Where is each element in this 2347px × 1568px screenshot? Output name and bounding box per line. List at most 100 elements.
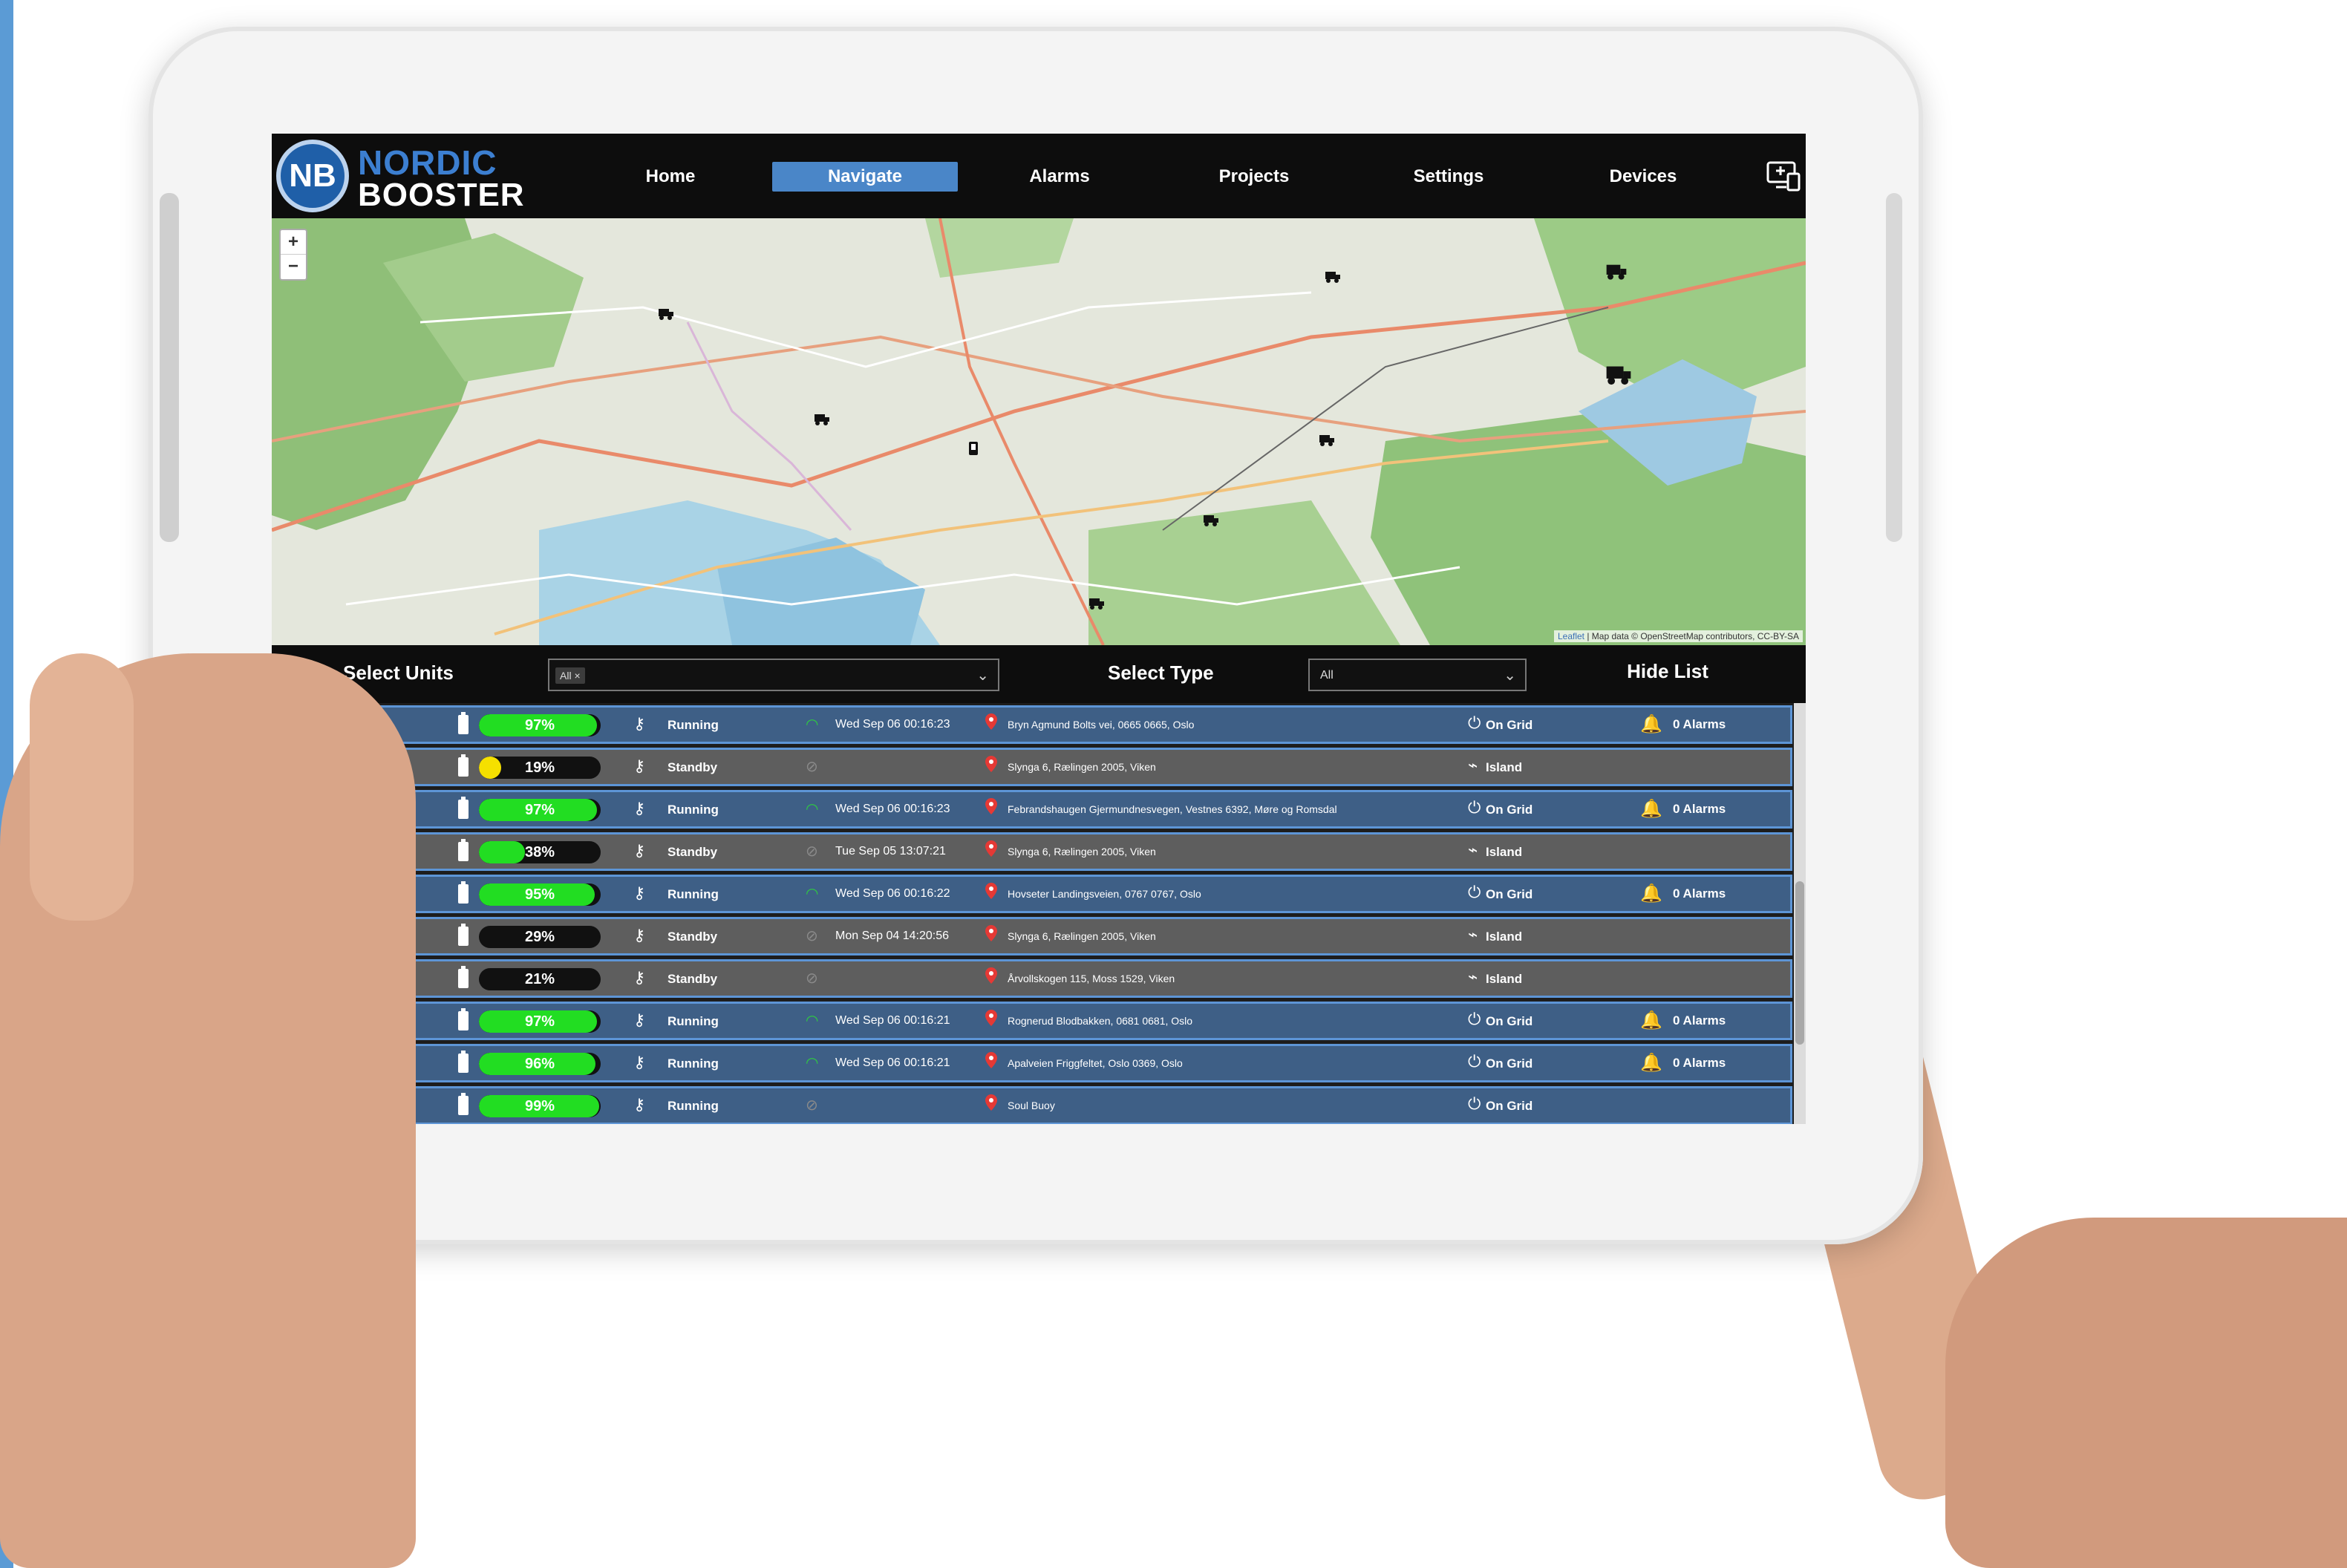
top-navbar: NB NORDIC BOOSTER Home Navigate Alarms P… [272, 134, 1806, 218]
wifi-icon: ⊘ [806, 927, 818, 944]
location-pin-icon [985, 713, 997, 730]
map-zoom-control: + − [279, 229, 307, 281]
map-attribution: Leaflet | Map data © OpenStreetMap contr… [1553, 630, 1803, 642]
battery-level-bar: 38% [479, 841, 601, 863]
map-marker-truck[interactable] [1605, 364, 1632, 386]
unit-row[interactable]: 🚚HB2421%⚷Standby⊘Årvollskogen 115, Moss … [272, 959, 1792, 998]
unit-row[interactable]: 🚚HB2138%⚷Standby⊘Tue Sep 05 13:07:21Slyn… [272, 832, 1792, 871]
unit-row[interactable]: 🚚HB1919%⚷Standby⊘Slynga 6, Rælingen 2005… [272, 748, 1792, 786]
battery-percent: 97% [524, 1013, 555, 1030]
unit-row[interactable]: 🚚HB2295%⚷Running◠Wed Sep 06 00:16:22Hovs… [272, 875, 1792, 913]
select-type-dropdown[interactable]: All ⌄ [1308, 659, 1527, 691]
last-seen-time: Wed Sep 06 00:16:22 [835, 887, 950, 900]
unit-address[interactable]: Rognerud Blodbakken, 0681 0681, Oslo [1008, 1015, 1192, 1027]
alarm-bell-icon: 🔔 [1640, 1052, 1662, 1073]
battery-level-bar: 99% [479, 1095, 601, 1117]
unit-row[interactable]: 🚚HB2097%⚷Running◠Wed Sep 06 00:16:23Febr… [272, 790, 1792, 829]
alarm-count[interactable]: 0 Alarms [1673, 886, 1726, 901]
select-units-label: Select Units [343, 662, 454, 684]
map-marker-truck[interactable] [814, 413, 830, 426]
run-status: Running [667, 718, 719, 732]
monitor-icon[interactable] [1766, 160, 1801, 193]
map-marker-truck[interactable] [1319, 434, 1335, 447]
scrollbar-thumb[interactable] [1795, 881, 1804, 1045]
key-icon: ⚷ [633, 969, 646, 987]
map-marker-truck[interactable] [1605, 263, 1628, 281]
alarm-bell-icon: 🔔 [1640, 883, 1662, 904]
alarm-count[interactable]: 0 Alarms [1673, 717, 1726, 732]
alarm-count[interactable]: 0 Alarms [1673, 802, 1726, 817]
battery-icon [458, 754, 469, 777]
nordic-booster-logo[interactable]: NB NORDIC BOOSTER [276, 138, 524, 215]
unit-row[interactable]: 🚚HB1897%⚷Running◠Wed Sep 06 00:16:23Bryn… [272, 705, 1792, 744]
nav-navigate[interactable]: Navigate [772, 162, 958, 192]
map-marker-truck[interactable] [1203, 514, 1219, 527]
unit-row[interactable]: 🚚HB2597%⚷Running◠Wed Sep 06 00:16:21Rogn… [272, 1002, 1792, 1040]
alarm-bell-icon: 🔔 [1640, 713, 1662, 734]
wifi-icon: ⊘ [806, 969, 818, 987]
nav-home[interactable]: Home [578, 162, 763, 192]
nav-settings[interactable]: Settings [1356, 162, 1541, 192]
unit-address[interactable]: Slynga 6, Rælingen 2005, Viken [1008, 846, 1156, 858]
filter-bar: Select Units All × ⌄ Select Type All ⌄ H… [272, 645, 1806, 703]
map-view[interactable]: + − Leaflet | Map data © OpenStreetMap c… [272, 218, 1806, 645]
power-mode: On Grid [1486, 887, 1533, 901]
power-mode: On Grid [1486, 1099, 1533, 1113]
unit-address[interactable]: Slynga 6, Rælingen 2005, Viken [1008, 761, 1156, 773]
list-scrollbar[interactable] [1794, 703, 1806, 1124]
unit-row[interactable]: 🚚HB2329%⚷Standby⊘Mon Sep 04 14:20:56Slyn… [272, 917, 1792, 956]
alarm-count[interactable]: 0 Alarms [1673, 1056, 1726, 1071]
map-marker-truck[interactable] [658, 307, 674, 321]
tablet-side-button [160, 193, 179, 542]
map-marker-truck[interactable] [1088, 597, 1105, 610]
nav-projects[interactable]: Projects [1161, 162, 1347, 192]
nav-devices[interactable]: Devices [1550, 162, 1736, 192]
battery-icon [458, 924, 469, 946]
key-icon: ⚷ [633, 715, 646, 734]
battery-level-bar: 97% [479, 799, 601, 821]
battery-icon [458, 712, 469, 734]
run-status: Standby [667, 930, 718, 944]
last-seen-time: Tue Sep 05 13:07:21 [835, 845, 946, 858]
power-mode: Island [1486, 760, 1523, 774]
map-marker-truck[interactable] [1325, 270, 1341, 284]
battery-percent: 19% [524, 760, 555, 776]
hide-list-button[interactable]: Hide List [1593, 660, 1742, 683]
unplugged-icon: ⌁ [1468, 926, 1478, 944]
battery-icon [458, 881, 469, 904]
map-marker-device[interactable] [968, 441, 979, 456]
run-status: Standby [667, 845, 718, 859]
nav-alarms[interactable]: Alarms [967, 162, 1152, 192]
location-pin-icon [985, 798, 997, 814]
unit-address[interactable]: Årvollskogen 115, Moss 1529, Viken [1008, 973, 1175, 984]
leaflet-link[interactable]: Leaflet [1558, 631, 1584, 641]
battery-percent: 29% [524, 929, 555, 945]
location-pin-icon [985, 883, 997, 899]
unit-row[interactable]: 🚚HB2696%⚷Running◠Wed Sep 06 00:16:21Apal… [272, 1044, 1792, 1082]
unit-address[interactable]: Apalveien Friggfeltet, Oslo 0369, Oslo [1008, 1057, 1183, 1069]
battery-icon [458, 1051, 469, 1073]
zoom-out-button[interactable]: − [281, 255, 306, 278]
unit-address[interactable]: Febrandshaugen Gjermundnesvegen, Vestnes… [1008, 803, 1337, 815]
power-mode: On Grid [1486, 718, 1533, 732]
alarm-count[interactable]: 0 Alarms [1673, 1013, 1726, 1028]
battery-level-bar: 21% [479, 968, 601, 990]
wifi-icon: ◠ [806, 715, 819, 733]
unit-row[interactable]: 🚚HB2799%⚷Running⊘Soul Buoy⏻On Grid [272, 1086, 1792, 1124]
units-chip-all[interactable]: All × [555, 667, 585, 684]
plug-icon: ⏻ [1468, 1095, 1481, 1114]
battery-percent: 38% [524, 844, 555, 860]
unit-address[interactable]: Hovseter Landingsveien, 0767 0767, Oslo [1008, 888, 1201, 900]
unit-address[interactable]: Slynga 6, Rælingen 2005, Viken [1008, 930, 1156, 942]
location-pin-icon [985, 840, 997, 857]
chevron-down-icon: ⌄ [976, 666, 989, 684]
unit-address[interactable]: Soul Buoy [1008, 1100, 1055, 1111]
unit-address[interactable]: Bryn Agmund Bolts vei, 0665 0665, Oslo [1008, 719, 1194, 731]
unit-list: 🚚HB1897%⚷Running◠Wed Sep 06 00:16:23Bryn… [272, 703, 1806, 1124]
last-seen-time: Wed Sep 06 00:16:21 [835, 1056, 950, 1069]
zoom-in-button[interactable]: + [281, 230, 306, 255]
battery-percent: 97% [524, 802, 555, 818]
select-units-dropdown[interactable]: All × ⌄ [548, 659, 999, 691]
battery-percent: 21% [524, 971, 555, 987]
power-mode: Island [1486, 930, 1523, 944]
